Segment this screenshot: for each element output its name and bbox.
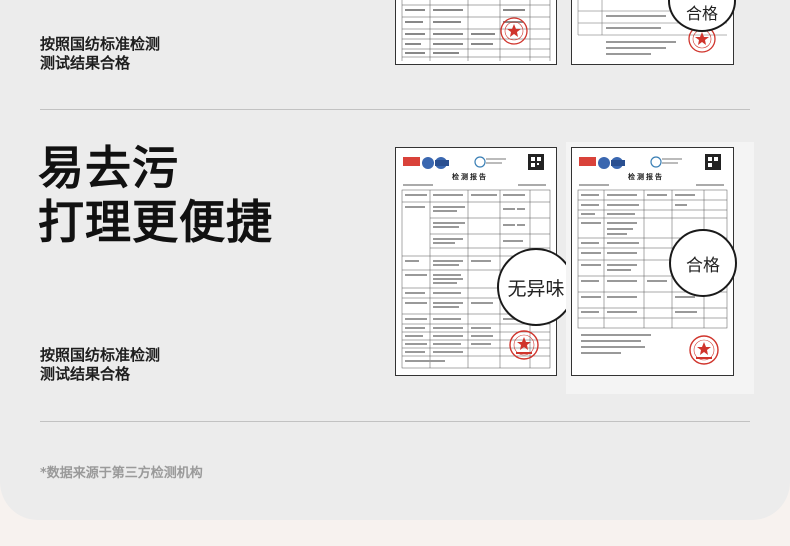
cma-logo-icon: [403, 157, 420, 166]
middle-right-report-title: 检测报告: [628, 172, 664, 181]
top-right-zoom-label: 合格: [685, 4, 718, 23]
ilac-logo-icon: [422, 157, 434, 169]
top-left-certificate-image: [395, 0, 557, 65]
qr-code-icon: [705, 154, 721, 170]
middle-left-report-title: 检测报告: [452, 172, 488, 181]
middle-test-note: 按照国纺标准检测 测试结果合格: [40, 346, 160, 384]
cma-logo-icon: [579, 157, 596, 166]
accreditation-logo-icon: [650, 156, 662, 168]
content-panel: 按照国纺标准检测 测试结果合格 合格 易去污 打理更便捷 按照国纺标准检测 测试…: [0, 0, 790, 520]
data-source-footnote: *数据来源于第三方检测机构: [40, 466, 203, 481]
qr-code-icon: [528, 154, 544, 170]
heading-line-1: 易去污: [38, 141, 179, 195]
section-heading: 易去污 打理更便捷: [38, 141, 273, 249]
middle-left-zoom-label: 无异味: [507, 277, 565, 300]
middle-right-zoom-callout: 合格: [669, 229, 737, 297]
top-divider: [40, 109, 750, 110]
middle-left-zoom-callout: 无异味: [497, 248, 575, 326]
accreditation-logo-icon: [474, 156, 486, 168]
top-test-note: 按照国纺标准检测 测试结果合格: [40, 35, 160, 73]
middle-note-line-1: 按照国纺标准检测: [40, 346, 161, 364]
top-note-line-2: 测试结果合格: [40, 54, 131, 72]
heading-line-2: 打理更便捷: [38, 195, 273, 249]
bottom-divider: [40, 421, 750, 422]
top-note-line-1: 按照国纺标准检测: [40, 35, 161, 53]
ilac-logo-icon: [598, 157, 610, 169]
middle-right-zoom-label: 合格: [686, 255, 720, 276]
middle-note-line-2: 测试结果合格: [40, 365, 131, 383]
